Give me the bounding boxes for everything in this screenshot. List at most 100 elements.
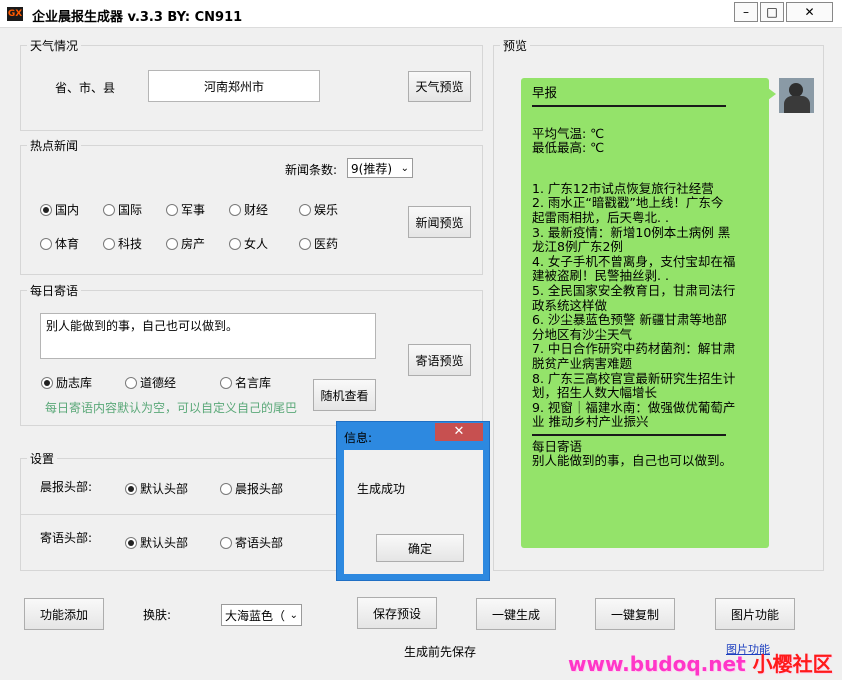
news-category-4[interactable]: 娱乐 [299,201,338,218]
preview-quote-heading: 每日寄语 [532,438,583,454]
quote-source-2[interactable]: 名言库 [220,374,271,391]
news-category-8[interactable]: 女人 [229,235,268,252]
preview-quote-text: 别人能做到的事，自己也可以做到。 [532,453,733,469]
radio-label: 道德经 [140,376,177,390]
radio-label: 娱乐 [314,203,339,217]
skin-label: 换肤: [143,608,172,622]
status-text: 生成前先保存 [404,645,477,659]
generate-button[interactable]: 一键生成 [476,598,556,630]
radio-label: 励志库 [56,376,93,390]
preview-news-line: 9. 视窗｜福建水南：做强做优葡萄产 [532,399,736,415]
quote-preview-button[interactable]: 寄语预览 [408,344,471,376]
dialog-close-button[interactable]: ✕ [435,423,483,441]
news-preview-button[interactable]: 新闻预览 [408,206,471,238]
radio-label: 名言库 [235,376,272,390]
news-legend: 热点新闻 [27,137,82,154]
quote-textarea[interactable]: 别人能做到的事，自己也可以做到。 [40,313,376,359]
quote-header-label: 寄语头部: [40,531,93,545]
preview-news-line: 龙江8例广东2例 [532,239,623,255]
radio-label: 医药 [314,237,339,251]
radio-label: 女人 [244,237,269,251]
site-watermark: www.budoq.net 小樱社区 [568,648,833,677]
radio-dot [229,237,241,250]
quote-source-0[interactable]: 励志库 [41,374,92,391]
preview-bubble: 早报 平均气温: ℃ 最低最高: ℃ 1. 广东12市试点恢复旅行社经营 2. 雨… [521,78,769,548]
weather-legend: 天气情况 [27,37,82,54]
app-icon: GX [7,7,23,21]
radio-dot [125,376,137,389]
preview-news-line: 起雷雨相扰，后天粤北. . [532,209,669,225]
copy-button[interactable]: 一键复制 [595,598,675,630]
dialog-title: 信息: [344,431,373,445]
quote-header-custom[interactable]: 寄语头部 [220,534,283,551]
radio-dot [220,376,232,389]
news-count-label: 新闻条数: [285,163,338,177]
preview-news-list: 1. 广东12市试点恢复旅行社经营 2. 雨水正“暗戳戳”地上线！广东今 起雷雨相扰… [532,181,761,430]
morning-header-custom[interactable]: 晨报头部 [220,480,283,497]
quote-legend: 每日寄语 [27,282,82,299]
dialog-ok-button[interactable]: 确定 [376,534,464,562]
bubble-tip [768,88,776,100]
radio-dot [166,237,178,250]
news-category-6[interactable]: 科技 [103,235,142,252]
preview-news-line: 4. 女子手机不曾离身，支付宝却在福 [532,253,736,269]
news-category-5[interactable]: 体育 [40,235,79,252]
preview-news-line: 脱贫产业病害难题 [532,355,633,371]
radio-label: 体育 [55,237,80,251]
radio-dot [40,237,52,250]
radio-dot [220,482,232,495]
news-category-1[interactable]: 国际 [103,201,142,218]
radio-label: 寄语头部 [235,536,284,550]
location-input[interactable]: 河南郑州市 [148,70,320,102]
maximize-button[interactable]: □ [760,2,784,22]
avatar [779,78,814,113]
radio-label: 国内 [55,203,80,217]
settings-legend: 设置 [27,450,58,467]
preview-avg-temp: 平均气温: ℃ [532,125,605,141]
news-category-3[interactable]: 财经 [229,201,268,218]
radio-label: 军事 [181,203,206,217]
skin-select[interactable]: 大海蓝色（ ⌄ [221,604,302,626]
radio-dot [125,482,137,495]
radio-dot [166,203,178,216]
news-count-value: 9(推荐) [351,161,392,176]
radio-label: 默认头部 [140,536,189,550]
info-dialog: 信息: ✕ 生成成功 确定 [336,421,490,581]
chevron-down-icon: ⌄ [289,609,298,621]
close-button[interactable]: ✕ [786,2,833,22]
preview-legend: 预览 [500,37,531,54]
preview-news-line: 3. 最新疫情：新增10例本土病例 黑 [532,224,731,240]
radio-dot [299,237,311,250]
random-view-button[interactable]: 随机查看 [313,379,376,411]
preview-news-line: 划，招生人数大幅增长 [532,385,658,401]
news-category-2[interactable]: 军事 [166,201,205,218]
weather-preview-button[interactable]: 天气预览 [408,71,471,102]
news-category-7[interactable]: 房产 [166,235,205,252]
quote-source-1[interactable]: 道德经 [125,374,176,391]
quote-hint: 每日寄语内容默认为空，可以自定义自己的尾巴 [45,401,298,415]
minimize-button[interactable]: – [734,2,758,22]
preview-news-line: 政系统这样做 [532,297,608,313]
morning-header-label: 晨报头部: [40,480,93,494]
radio-label: 房产 [181,237,206,251]
radio-dot [41,376,53,389]
watermark-brand: 小樱社区 [752,652,833,676]
radio-label: 财经 [244,203,269,217]
radio-dot [220,536,232,549]
save-preset-button[interactable]: 保存预设 [357,597,437,629]
radio-label: 国际 [118,203,143,217]
news-count-select[interactable]: 9(推荐) ⌄ [347,158,413,178]
radio-dot [229,203,241,216]
preview-news-line: 7. 中日合作研究中药材菌剂：解甘肃 [532,341,736,357]
preview-title: 早报 [532,85,558,100]
dialog-body: 生成成功 确定 [344,450,483,574]
add-feature-button[interactable]: 功能添加 [24,598,104,630]
quote-header-default[interactable]: 默认头部 [125,534,188,551]
news-category-0[interactable]: 国内 [40,201,79,218]
morning-header-default[interactable]: 默认头部 [125,480,188,497]
preview-divider [532,433,726,436]
window-title: 企业晨报生成器 v.3.3 BY: CN911 [32,10,243,25]
radio-dot [103,203,115,216]
news-category-9[interactable]: 医药 [299,235,338,252]
image-feature-button[interactable]: 图片功能 [715,598,795,630]
